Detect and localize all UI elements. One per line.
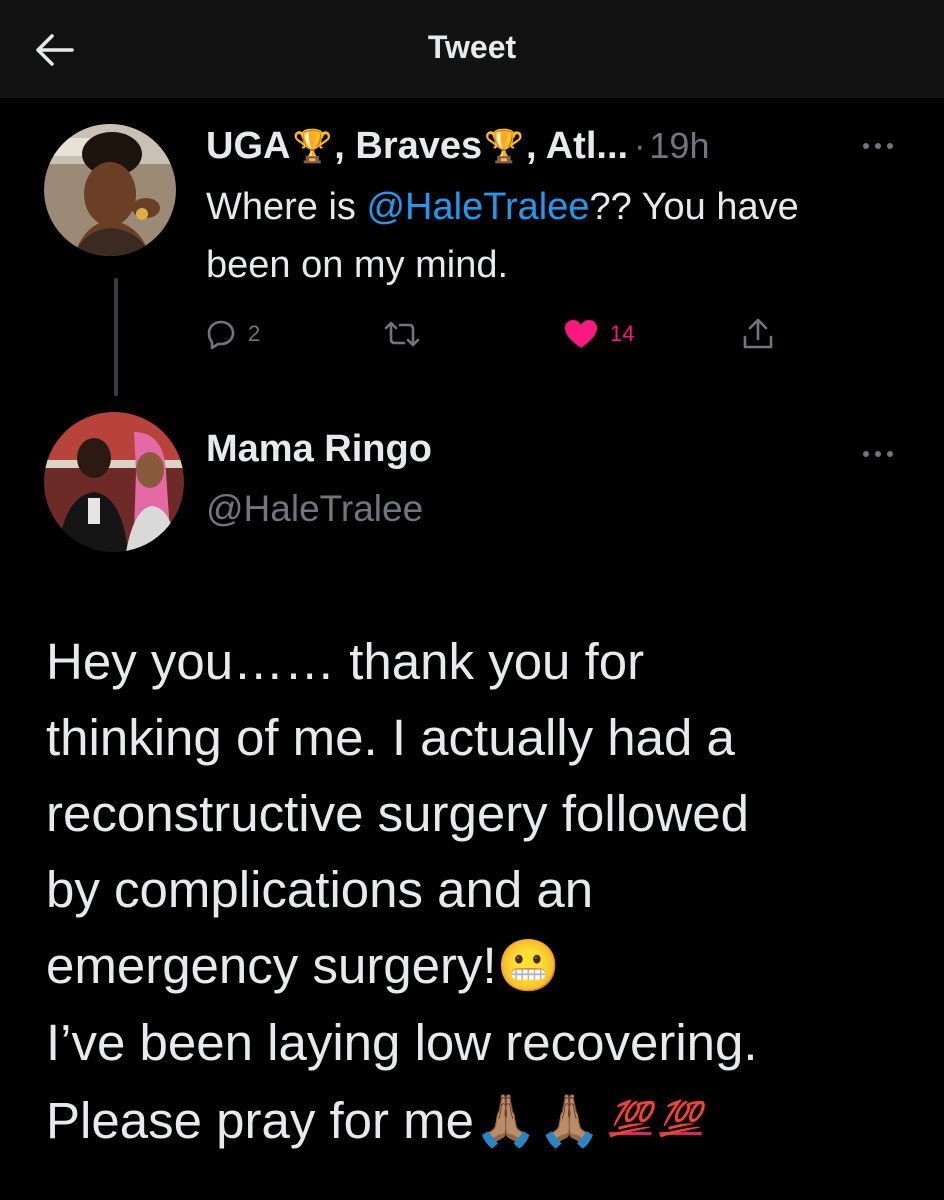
arrow-left-icon — [36, 34, 74, 66]
tweet-line: I’ve been laying low recovering. — [46, 1014, 758, 1071]
share-icon — [743, 318, 773, 349]
user-handle[interactable]: @HaleTralee — [206, 488, 423, 530]
display-name-part[interactable]: , Braves — [334, 125, 482, 168]
reply-icon — [207, 320, 235, 349]
retweet-icon — [384, 321, 420, 347]
trophy-icon: 🏆 — [292, 127, 333, 165]
grimace-emoji: 😬 — [496, 937, 561, 996]
back-button[interactable] — [32, 28, 76, 72]
separator: · — [634, 126, 646, 165]
reply-count: 2 — [248, 321, 261, 346]
thread-connector — [114, 278, 118, 396]
mention-link[interactable]: @HaleTralee — [366, 186, 589, 228]
display-name[interactable]: Mama Ringo — [206, 428, 432, 471]
page-title: Tweet — [427, 28, 517, 65]
retweet-button[interactable] — [382, 312, 434, 356]
timestamp[interactable]: 19h — [649, 125, 709, 167]
tweet-line: Hey you…… thank you for — [46, 633, 645, 690]
like-button[interactable]: 14 — [564, 312, 634, 356]
avatar[interactable] — [44, 124, 176, 256]
more-options-button[interactable] — [858, 136, 898, 156]
parent-tweet-text: Where is @HaleTralee?? You have been on … — [206, 186, 799, 286]
hundred-points-emoji: 💯 — [659, 1100, 702, 1138]
like-count: 14 — [610, 321, 635, 346]
heart-icon — [565, 320, 597, 348]
parent-tweet-header: UGA 🏆 , Braves 🏆 , Atl... · 19h — [206, 118, 846, 174]
reply-button[interactable]: 2 — [206, 312, 260, 356]
ellipsis-icon — [863, 451, 893, 457]
more-options-button[interactable] — [858, 444, 898, 464]
hundred-points-emoji: 💯 — [609, 1100, 652, 1138]
tweet-line: emergency surgery!😬 — [46, 937, 561, 996]
trophy-icon: 🏆 — [484, 127, 525, 165]
tweet-line: reconstructive surgery followed — [46, 785, 749, 842]
tweet-line: by complications and an — [46, 861, 594, 918]
top-bar: Tweet — [0, 0, 944, 98]
tweet-line: thinking of me. I actually had a — [46, 709, 735, 766]
main-tweet-text: Hey you…… thank you for thinking of me. … — [46, 624, 926, 1160]
tweet-line: Please pray for me🙏🏽🙏🏽 💯 💯 — [46, 1081, 926, 1160]
pray-emoji: 🙏🏽 — [537, 1092, 602, 1151]
display-name[interactable]: UGA — [206, 125, 290, 168]
pray-emoji: 🙏🏽 — [474, 1092, 538, 1151]
display-name-part[interactable]: , Atl... — [526, 125, 628, 168]
avatar[interactable] — [44, 412, 184, 552]
share-button[interactable] — [742, 312, 774, 356]
ellipsis-icon — [863, 143, 893, 149]
